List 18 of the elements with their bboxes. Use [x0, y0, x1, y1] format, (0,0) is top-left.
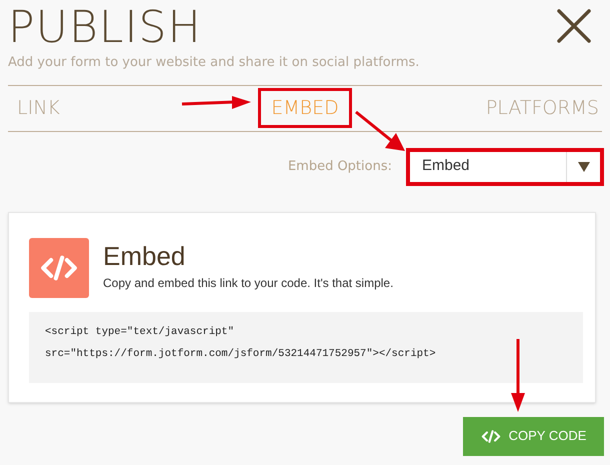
annotation-arrow — [180, 95, 252, 111]
annotation-arrow — [354, 110, 406, 152]
dialog-title: PUBLISH — [8, 6, 202, 50]
copy-code-button[interactable]: COPY CODE — [463, 416, 604, 456]
code-line: <script type="text/javascript" — [45, 326, 236, 338]
tab[interactable]: EMBED — [258, 88, 352, 128]
code-icon — [29, 238, 89, 298]
card-title: Embed — [103, 240, 186, 272]
tab[interactable]: LINK — [8, 88, 73, 128]
subtitle: Add your form to your website and share it on social platforms. — [7, 54, 420, 72]
embed-options-select[interactable]: Embed — [406, 148, 604, 186]
tab[interactable]: PLATFORMS — [472, 88, 602, 128]
close-button[interactable] — [556, 8, 592, 44]
code-icon — [480, 430, 501, 442]
card-description: Copy and embed this link to your code. It's that simple. — [103, 275, 394, 292]
code-line: src="https://form.jotform.com/jsform/53214471752957"></script> — [45, 348, 437, 360]
embed-options-label: Embed Options: — [288, 158, 392, 176]
dropdown-caret-icon — [578, 162, 590, 172]
